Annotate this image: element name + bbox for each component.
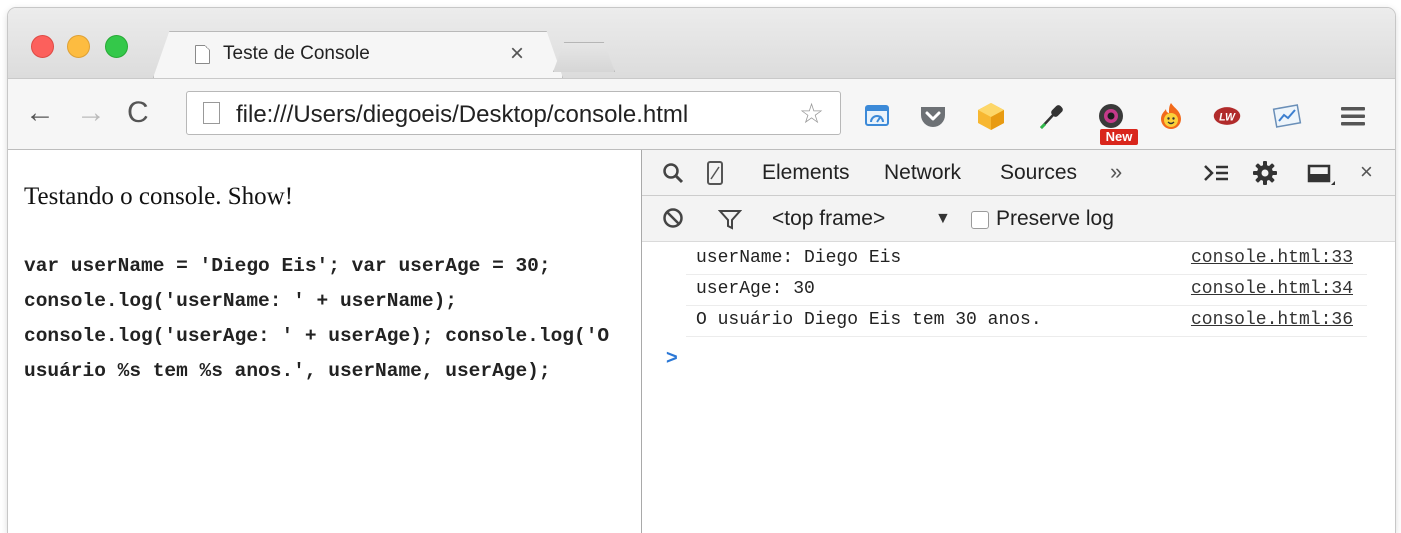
- menu-icon[interactable]: [1338, 101, 1368, 131]
- content-area: Testando o console. Show! var userName =…: [8, 150, 1395, 533]
- zoom-window-button[interactable]: [105, 35, 128, 58]
- camera-icon[interactable]: [1096, 101, 1126, 131]
- box-icon[interactable]: [976, 101, 1006, 131]
- log-message: O usuário Diego Eis tem 30 anos.: [696, 310, 1042, 330]
- minimize-window-button[interactable]: [67, 35, 90, 58]
- log-source-link[interactable]: console.html:33: [1191, 248, 1353, 268]
- filter-funnel-icon[interactable]: [718, 208, 742, 230]
- console-log: userName: Diego Eis console.html:33 user…: [642, 244, 1395, 337]
- preserve-log-label[interactable]: Preserve log: [996, 207, 1114, 231]
- reload-button[interactable]: C: [127, 93, 149, 133]
- bookmark-star-icon[interactable]: ☆: [799, 97, 824, 130]
- search-icon[interactable]: [662, 162, 684, 184]
- devtools-panel: Elements Network Sources » × <top frame>…: [642, 150, 1395, 533]
- toolbar: ← → C file:///Users/diegoeis/Desktop/con…: [8, 78, 1395, 150]
- log-entry: userName: Diego Eis console.html:33: [686, 244, 1367, 275]
- log-message: userName: Diego Eis: [696, 248, 902, 268]
- clear-console-icon[interactable]: [662, 207, 684, 229]
- preserve-log-checkbox[interactable]: [971, 211, 989, 229]
- log-source-link[interactable]: console.html:36: [1191, 310, 1353, 330]
- tab-network[interactable]: Network: [884, 161, 961, 185]
- log-entry: O usuário Diego Eis tem 30 anos. console…: [686, 306, 1367, 337]
- devtools-tabbar: Elements Network Sources » ×: [642, 150, 1395, 196]
- svg-text:LW: LW: [1219, 111, 1236, 123]
- close-window-button[interactable]: [31, 35, 54, 58]
- tab-title: Teste de Console: [223, 43, 370, 64]
- chart-icon[interactable]: [1272, 101, 1302, 131]
- chevron-down-icon[interactable]: ▼: [935, 210, 951, 228]
- back-button[interactable]: ←: [25, 93, 55, 133]
- address-bar[interactable]: file:///Users/diegoeis/Desktop/console.h…: [186, 91, 841, 135]
- tab-elements[interactable]: Elements: [762, 161, 850, 185]
- device-mode-icon[interactable]: [705, 160, 725, 186]
- log-source-link[interactable]: console.html:34: [1191, 279, 1353, 299]
- frame-selector[interactable]: <top frame>: [772, 207, 885, 231]
- eyedropper-icon[interactable]: [1036, 101, 1066, 131]
- tab-close-icon[interactable]: ×: [510, 40, 524, 68]
- new-badge: New: [1100, 129, 1138, 145]
- forward-button[interactable]: →: [76, 93, 106, 133]
- tab-teste-de-console[interactable]: Teste de Console ×: [153, 31, 563, 78]
- more-tabs-icon[interactable]: »: [1110, 159, 1122, 185]
- devtools-close-icon[interactable]: ×: [1360, 159, 1373, 185]
- log-message: userAge: 30: [696, 279, 815, 299]
- page-viewport: Testando o console. Show! var userName =…: [8, 150, 641, 533]
- lw-icon[interactable]: LW: [1212, 101, 1242, 131]
- pocket-icon[interactable]: [918, 101, 948, 131]
- console-toolbar: <top frame> ▼ Preserve log: [642, 196, 1395, 242]
- page-code-text: var userName = 'Diego Eis'; var userAge …: [24, 255, 621, 382]
- browser-window: Teste de Console × ← → C file:///Users/d…: [8, 8, 1395, 533]
- console-drawer-icon[interactable]: [1202, 162, 1230, 184]
- dock-side-icon[interactable]: [1307, 163, 1335, 187]
- tab-sources[interactable]: Sources: [1000, 161, 1077, 185]
- page-heading: Testando o console. Show!: [24, 183, 294, 210]
- tab-strip: Teste de Console ×: [8, 8, 1395, 78]
- page-icon: [195, 45, 210, 64]
- fire-face-icon[interactable]: [1156, 101, 1186, 131]
- console-prompt-icon[interactable]: >: [666, 347, 678, 370]
- cast-icon[interactable]: [862, 101, 892, 131]
- url-text[interactable]: file:///Users/diegoeis/Desktop/console.h…: [236, 101, 688, 129]
- settings-gear-icon[interactable]: [1252, 160, 1278, 186]
- log-entry: userAge: 30 console.html:34: [686, 275, 1367, 306]
- page-icon: [203, 102, 220, 124]
